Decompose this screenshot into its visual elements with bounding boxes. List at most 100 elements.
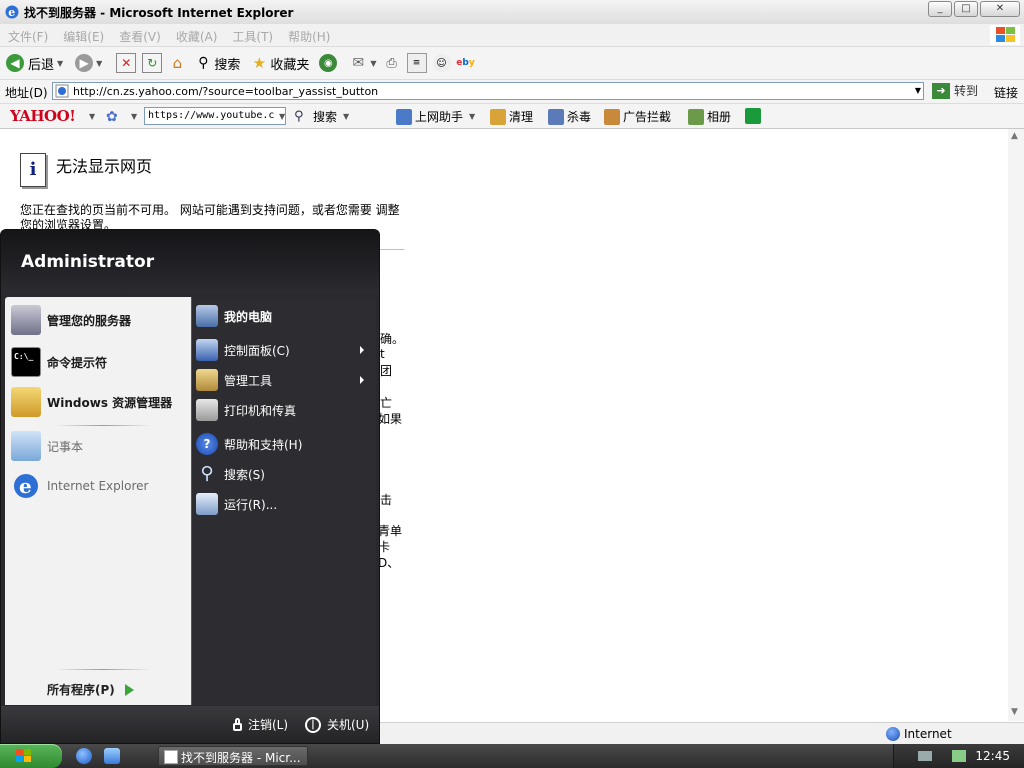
refresh-button[interactable]: ↻ bbox=[142, 53, 163, 73]
messenger-icon: ☺ bbox=[432, 54, 451, 72]
start-item-explorer[interactable]: Windows 资源管理器 bbox=[11, 387, 172, 417]
yahoo-search-input[interactable]: https://www.youtube.c bbox=[144, 107, 286, 125]
helper-button[interactable]: 上网助手 ▼ bbox=[396, 108, 475, 125]
forward-dropdown-icon[interactable]: ▼ bbox=[96, 59, 102, 68]
music-icon[interactable] bbox=[745, 108, 761, 124]
helper-label: 上网助手 bbox=[415, 110, 464, 124]
menu-help[interactable]: 帮助(H) bbox=[280, 24, 337, 45]
start-item-my-computer[interactable]: 我的电脑 bbox=[196, 305, 372, 327]
ebay-button[interactable]: eby bbox=[456, 54, 474, 72]
yahoo-toolbar: YAHOO! ▼ ✿ ▼ https://www.youtube.c ▼ ⚲ 搜… bbox=[0, 104, 1024, 129]
quicklaunch-explorer-icon[interactable] bbox=[104, 748, 120, 764]
globe-icon bbox=[886, 727, 900, 741]
taskbar-ie-window[interactable]: 找不到服务器 - Micr... bbox=[158, 746, 308, 766]
forward-arrow-icon: ▶ bbox=[75, 54, 94, 72]
messenger-button[interactable]: ☺ bbox=[432, 54, 451, 72]
shutdown-label: 关机(U) bbox=[327, 718, 370, 732]
scroll-up-icon[interactable]: ▲ bbox=[1011, 131, 1018, 141]
clock[interactable]: 12:45 bbox=[975, 749, 1010, 763]
zone-label: Internet bbox=[904, 727, 952, 741]
refresh-icon: ↻ bbox=[142, 53, 163, 73]
start-item-control-panel[interactable]: 控制面板(C) bbox=[196, 339, 372, 361]
start-item-ie[interactable]: e Internet Explorer bbox=[11, 471, 148, 501]
edit-button[interactable]: ≡ bbox=[406, 53, 427, 73]
logoff-button[interactable]: 注销(L) bbox=[233, 716, 288, 733]
flower-dropdown-icon[interactable]: ▼ bbox=[131, 112, 137, 121]
start-item-label: Windows 资源管理器 bbox=[47, 395, 173, 410]
links-button[interactable]: 链接 bbox=[994, 84, 1018, 101]
start-item-manage-server[interactable]: 管理您的服务器 bbox=[11, 305, 131, 335]
maximize-button[interactable]: □ bbox=[954, 1, 978, 17]
yahoo-search-button[interactable]: ⚲ 搜索 ▼ bbox=[294, 108, 349, 125]
start-item-cmd[interactable]: C:\_ 命令提示符 bbox=[11, 347, 107, 377]
start-button[interactable] bbox=[0, 744, 62, 768]
address-dropdown-icon[interactable]: ▼ bbox=[915, 86, 921, 95]
checkbox-helper-icon bbox=[396, 108, 412, 125]
clean-button[interactable]: 清理 bbox=[490, 108, 533, 125]
menu-favorites[interactable]: 收藏(A) bbox=[168, 24, 225, 45]
search-box-dropdown-icon[interactable]: ▼ bbox=[279, 112, 285, 121]
start-menu-footer: 注销(L) | 关机(U) bbox=[1, 706, 379, 743]
address-label: 地址(D) bbox=[5, 86, 48, 100]
computer-icon bbox=[196, 305, 218, 327]
control-panel-icon bbox=[196, 339, 218, 361]
home-button[interactable]: ⌂ bbox=[168, 54, 186, 72]
star-icon: ★ bbox=[252, 54, 267, 72]
photo-album-icon bbox=[688, 108, 704, 125]
stop-button[interactable]: ✕ bbox=[116, 53, 137, 73]
start-item-search[interactable]: ⚲ 搜索(S) bbox=[196, 463, 372, 485]
quicklaunch-ie-icon[interactable] bbox=[76, 748, 92, 764]
album-label: 相册 bbox=[707, 110, 732, 124]
start-item-admin-tools[interactable]: 管理工具 bbox=[196, 369, 372, 391]
minimize-button[interactable]: _ bbox=[928, 1, 952, 17]
logoff-label: 注销(L) bbox=[248, 718, 289, 732]
start-item-printers[interactable]: 打印机和传真 bbox=[196, 399, 372, 421]
mail-dropdown-icon[interactable]: ▼ bbox=[370, 59, 376, 68]
media-button[interactable]: ◉ bbox=[319, 54, 338, 72]
all-programs-button[interactable]: 所有程序(P) bbox=[47, 681, 134, 698]
start-item-run[interactable]: 运行(R)... bbox=[196, 493, 372, 515]
yahoo-dropdown-icon[interactable]: ▼ bbox=[89, 112, 95, 121]
menu-edit[interactable]: 编辑(E) bbox=[55, 24, 111, 45]
print-button[interactable]: ⎙ bbox=[383, 54, 401, 72]
address-input[interactable]: http://cn.zs.yahoo.com/?source=toolbar_y… bbox=[52, 82, 924, 100]
yahoo-logo[interactable]: YAHOO! bbox=[10, 107, 76, 125]
adblock-button[interactable]: 广告拦截 bbox=[604, 108, 671, 125]
menu-view[interactable]: 查看(V) bbox=[111, 24, 168, 45]
back-button[interactable]: ◀ 后退 ▼ bbox=[6, 54, 63, 73]
text-fragment: t bbox=[380, 347, 385, 361]
window-title: 找不到服务器 - Microsoft Internet Explorer bbox=[24, 6, 294, 20]
windows-flag-icon bbox=[16, 749, 31, 762]
tray-app-icon[interactable] bbox=[952, 750, 966, 762]
menu-file[interactable]: 文件(F) bbox=[0, 24, 55, 45]
album-button[interactable]: 相册 bbox=[688, 108, 731, 125]
close-button[interactable]: ✕ bbox=[980, 1, 1020, 17]
scroll-down-icon[interactable]: ▼ bbox=[1011, 707, 1018, 717]
go-button[interactable]: ➜ 转到 bbox=[932, 82, 978, 99]
address-url: http://cn.zs.yahoo.com/?source=toolbar_y… bbox=[73, 85, 379, 98]
start-menu: Administrator 管理您的服务器 C:\_ 命令提示符 Windows… bbox=[0, 229, 380, 744]
security-zone: Internet bbox=[886, 727, 952, 741]
back-dropdown-icon[interactable]: ▼ bbox=[57, 59, 63, 68]
network-icon[interactable] bbox=[918, 751, 932, 761]
forward-button[interactable]: ▶ ▼ bbox=[75, 54, 102, 72]
windows-logo-icon bbox=[990, 25, 1020, 45]
mail-button[interactable]: ✉ ▼ bbox=[349, 54, 376, 72]
printer-icon: ⎙ bbox=[386, 55, 397, 71]
helper-dropdown-icon[interactable]: ▼ bbox=[469, 112, 475, 121]
yahoo-search-dropdown-icon[interactable]: ▼ bbox=[343, 112, 349, 121]
antivirus-label: 杀毒 bbox=[567, 110, 592, 124]
shutdown-button[interactable]: | 关机(U) bbox=[305, 716, 369, 733]
green-arrow-icon bbox=[124, 683, 134, 696]
vertical-scrollbar[interactable]: ▲ ▼ bbox=[1008, 129, 1024, 721]
search-button[interactable]: ⚲ 搜索 bbox=[194, 54, 240, 73]
menu-tools[interactable]: 工具(T) bbox=[224, 24, 280, 45]
start-menu-system-list: 我的电脑 控制面板(C) 管理工具 打印机和传真 ? 帮助和支持(H) ⚲ 搜索… bbox=[191, 297, 376, 705]
favorites-button[interactable]: ★ 收藏夹 bbox=[250, 54, 310, 73]
all-programs-label: 所有程序(P) bbox=[47, 683, 115, 697]
start-item-help[interactable]: ? 帮助和支持(H) bbox=[196, 433, 372, 455]
antivirus-button[interactable]: 杀毒 bbox=[548, 108, 591, 125]
flower-icon[interactable]: ✿ bbox=[106, 109, 118, 125]
search-label: 搜索 bbox=[214, 57, 241, 73]
start-item-notepad[interactable]: 记事本 bbox=[11, 431, 83, 461]
